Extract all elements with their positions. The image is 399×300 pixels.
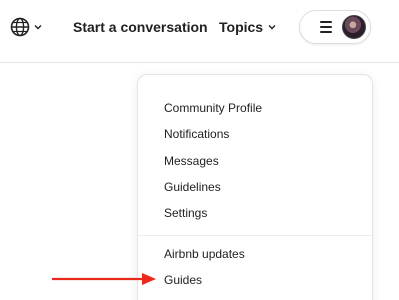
- red-arrow-annotation: [52, 273, 156, 285]
- page: Start a conversation Topics Community Pr…: [0, 0, 399, 300]
- user-menu-button[interactable]: [299, 10, 371, 44]
- menu-item-guides[interactable]: Guides: [164, 273, 202, 287]
- menu-item-airbnb-updates[interactable]: Airbnb updates: [164, 247, 245, 261]
- menu-item-messages[interactable]: Messages: [164, 154, 219, 168]
- menu-item-notifications[interactable]: Notifications: [164, 127, 229, 141]
- start-conversation-link[interactable]: Start a conversation: [73, 19, 208, 35]
- topics-label: Topics: [219, 19, 264, 35]
- hamburger-menu-icon: [320, 21, 332, 33]
- globe-icon: [10, 17, 30, 37]
- menu-item-community-profile[interactable]: Community Profile: [164, 101, 262, 115]
- language-selector[interactable]: [9, 15, 45, 39]
- menu-item-guidelines[interactable]: Guidelines: [164, 180, 221, 194]
- menu-item-settings[interactable]: Settings: [164, 206, 207, 220]
- menu-divider: [138, 235, 372, 236]
- chevron-down-icon: [34, 25, 42, 30]
- topics-menu[interactable]: Topics: [219, 19, 277, 35]
- top-header: Start a conversation Topics: [0, 0, 399, 63]
- user-dropdown-menu: Community Profile Notifications Messages…: [137, 74, 373, 300]
- avatar: [342, 15, 366, 39]
- chevron-down-icon: [268, 25, 276, 30]
